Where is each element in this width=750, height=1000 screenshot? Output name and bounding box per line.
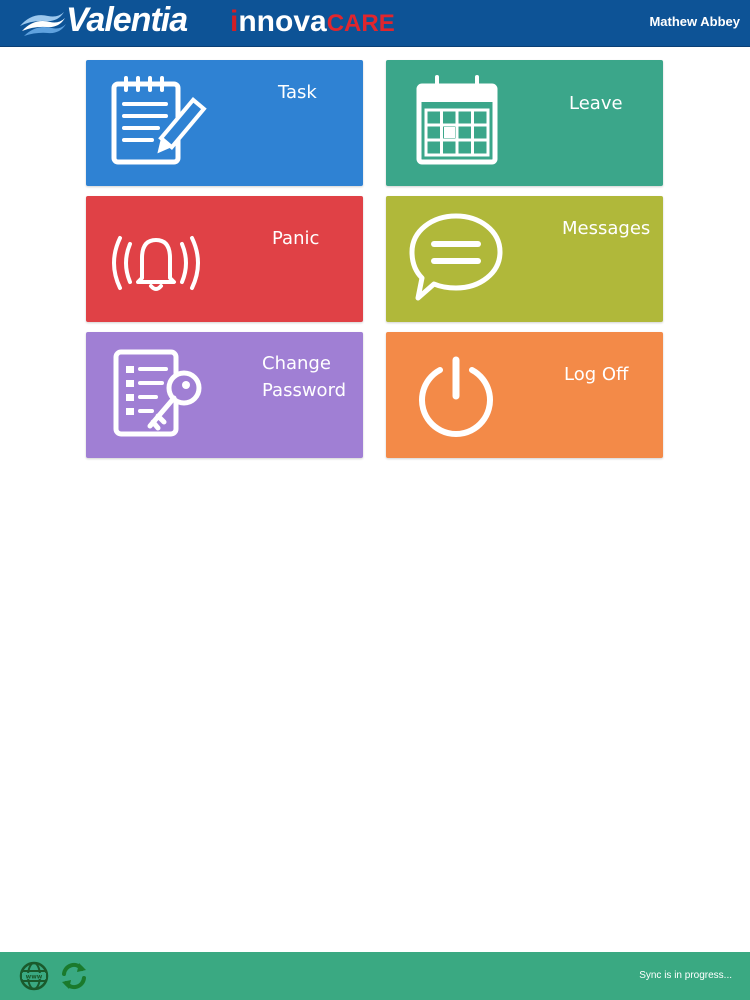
task-tile[interactable]: Task xyxy=(86,60,363,186)
user-name: Mathew Abbey xyxy=(649,14,740,29)
valentia-logo-icon xyxy=(20,12,66,36)
alarm-bell-icon xyxy=(112,236,200,291)
task-notepad-icon xyxy=(111,76,207,165)
brand-innovacare: innovaCARE xyxy=(230,2,395,44)
tile-label: Leave xyxy=(569,93,623,114)
panic-tile[interactable]: Panic xyxy=(86,196,363,322)
app-footer: www Sync is in progress... xyxy=(0,952,750,1000)
chat-bubble-icon xyxy=(409,213,503,301)
app-header: Valentia innovaCARE Mathew Abbey xyxy=(0,0,750,47)
tile-label: Panic xyxy=(272,228,320,249)
globe-www-icon[interactable]: www xyxy=(18,960,50,992)
tile-label: Task xyxy=(278,82,317,103)
change-password-tile[interactable]: Change Password xyxy=(86,332,363,458)
leave-tile[interactable]: Leave xyxy=(386,60,663,186)
brand-care-text: CARE xyxy=(326,10,395,37)
power-icon xyxy=(419,356,493,437)
sync-icon[interactable] xyxy=(58,960,90,992)
calendar-icon xyxy=(416,75,498,165)
brand-valentia: Valentia xyxy=(66,1,188,39)
sync-status-text: Sync is in progress... xyxy=(639,970,732,981)
tile-label: Messages xyxy=(562,218,651,239)
tile-label: Change Password xyxy=(262,353,347,401)
tile-label: Log Off xyxy=(564,364,629,385)
svg-text:www: www xyxy=(26,974,43,981)
messages-tile[interactable]: Messages xyxy=(386,196,663,322)
brand-innova-text: nnova xyxy=(238,5,327,38)
log-off-tile[interactable]: Log Off xyxy=(386,332,663,458)
password-key-icon xyxy=(113,349,202,437)
